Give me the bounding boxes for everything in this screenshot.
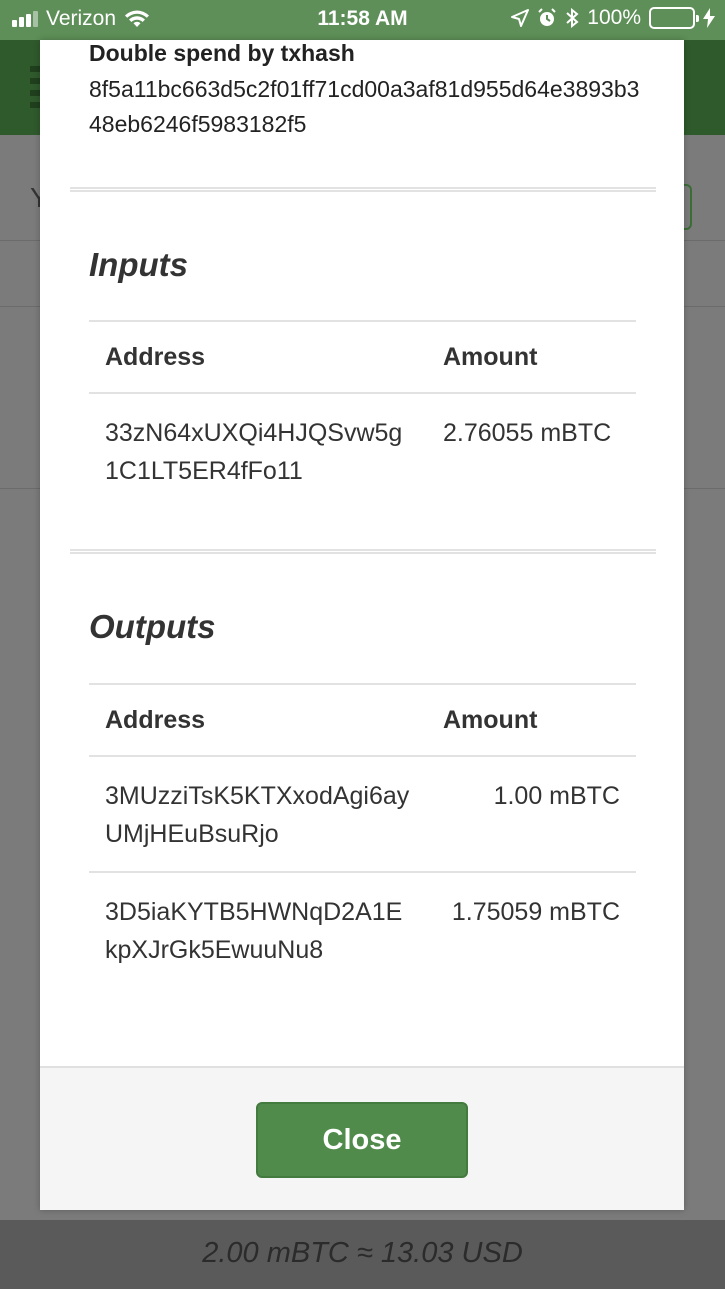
table-row: 33zN64xUXQi4HJQSvw5g1C1LT5ER4fFo11 2.760… (89, 393, 636, 508)
battery-icon (649, 7, 699, 29)
charging-bolt-icon (703, 8, 715, 28)
status-bar: Verizon 11:58 AM 100% (0, 0, 725, 40)
table-row: 3MUzziTsK5KTXxodAgi6ayUMjHEuBsuRjo 1.00 … (89, 756, 636, 873)
close-button[interactable]: Close (256, 1102, 468, 1178)
inputs-table: Address Amount 33zN64xUXQi4HJQSvw5g1C1LT… (89, 320, 636, 508)
output-amount: 1.75059 mBTC (451, 898, 620, 926)
inputs-title: Inputs (89, 246, 188, 283)
bluetooth-icon (566, 8, 579, 28)
modal-body: Double spend by txhash 8f5a11bc663d5c2f0… (40, 40, 684, 1066)
column-header-amount: Amount (427, 320, 636, 394)
outputs-title: Outputs (89, 608, 216, 645)
section-separator (70, 549, 656, 554)
table-row: 3D5iaKYTB5HWNqD2A1EkpXJrGk5EwuuNu8 1.750… (89, 872, 636, 987)
input-amount: 2.76055 mBTC (443, 419, 612, 447)
alarm-clock-icon (538, 8, 556, 26)
transaction-detail-modal: Double spend by txhash 8f5a11bc663d5c2f0… (40, 40, 684, 1210)
double-spend-hash: 8f5a11bc663d5c2f01ff71cd00a3af81d955d64e… (89, 76, 640, 137)
column-header-amount: Amount (427, 683, 636, 757)
output-address[interactable]: 3MUzziTsK5KTXxodAgi6ayUMjHEuBsuRjo (89, 756, 427, 873)
table-header-row: Address Amount (89, 320, 636, 394)
outputs-table: Address Amount 3MUzziTsK5KTXxodAgi6ayUMj… (89, 683, 636, 987)
input-address[interactable]: 33zN64xUXQi4HJQSvw5g1C1LT5ER4fFo11 (89, 393, 427, 508)
output-amount: 1.00 mBTC (427, 756, 636, 873)
balance-footer: 2.00 mBTC ≈ 13.03 USD (0, 1220, 725, 1289)
section-separator (70, 187, 656, 192)
column-header-address: Address (89, 683, 427, 757)
table-header-row: Address Amount (89, 683, 636, 757)
location-arrow-icon (511, 9, 530, 27)
output-address[interactable]: 3D5iaKYTB5HWNqD2A1EkpXJrGk5EwuuNu8 (89, 872, 427, 987)
column-header-address: Address (89, 320, 427, 394)
double-spend-label: Double spend by txhash (89, 40, 355, 66)
battery-percent: 100% (587, 6, 641, 29)
background-button-edge (684, 184, 692, 230)
modal-footer: Close (40, 1066, 684, 1210)
status-right: 100% (511, 6, 715, 30)
